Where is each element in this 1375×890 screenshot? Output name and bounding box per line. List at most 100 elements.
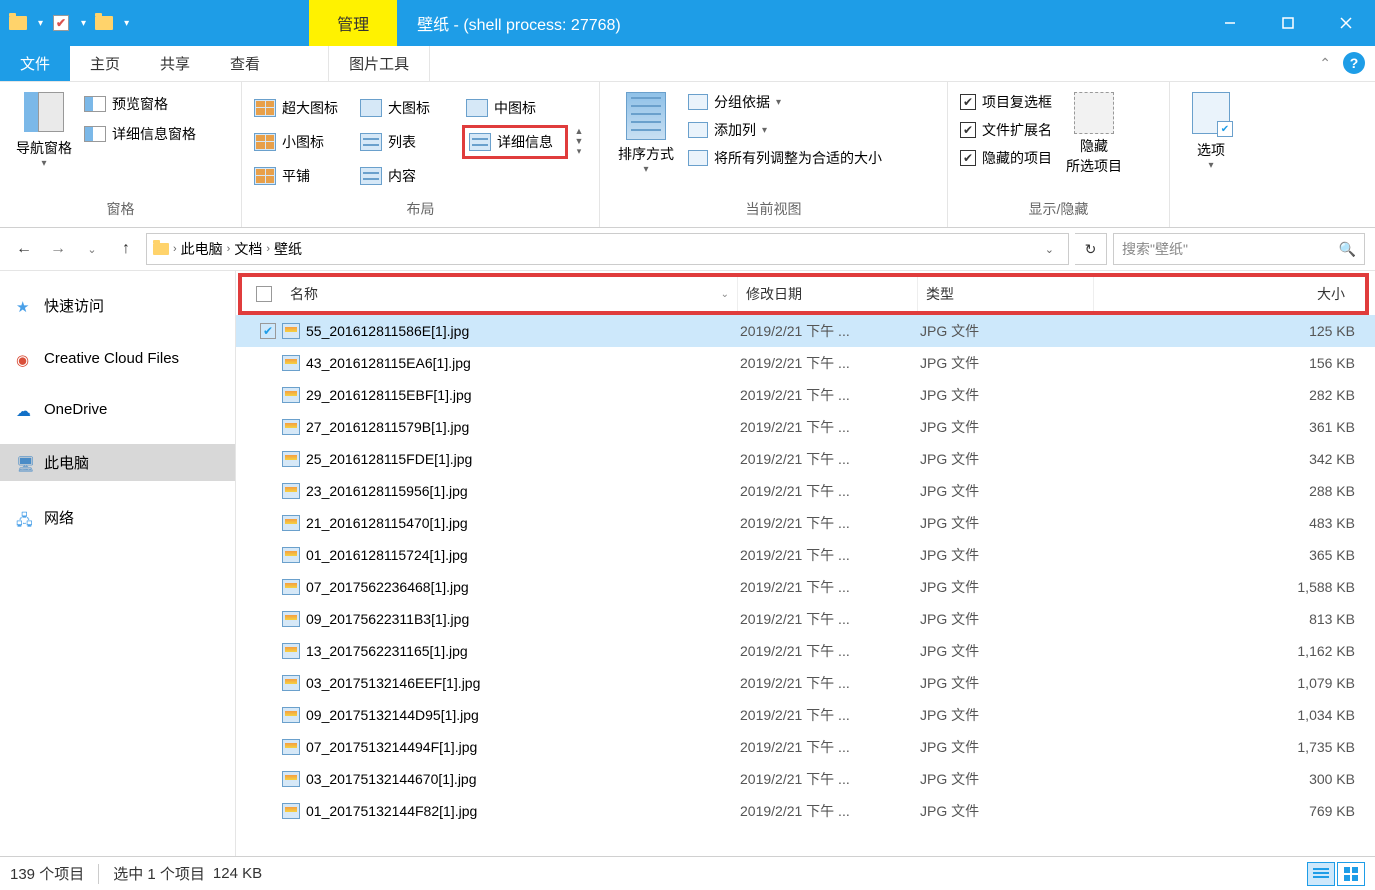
- sidebar-quick-access[interactable]: ★快速访问: [0, 287, 235, 324]
- ribbon-collapse-icon[interactable]: ⌃: [1319, 55, 1331, 72]
- ribbon: 导航窗格 ▾ 预览窗格 详细信息窗格 窗格 超大图标 大图标 中图标: [0, 82, 1375, 228]
- back-button[interactable]: ←: [10, 235, 38, 263]
- file-row[interactable]: 09_20175132144D95[1].jpg2019/2/21 下午 ...…: [236, 699, 1375, 731]
- tab-home[interactable]: 主页: [70, 46, 140, 81]
- view-extra-large-icons[interactable]: 超大图标: [250, 91, 356, 125]
- select-all-checkbox[interactable]: [256, 286, 272, 302]
- column-name[interactable]: 名称 ⌄: [242, 277, 738, 311]
- hide-selected-button[interactable]: 隐藏所选项目: [1056, 88, 1132, 180]
- file-type: JPG 文件: [920, 417, 1096, 437]
- status-item-count: 139 个项目: [10, 863, 84, 884]
- autosize-columns-button[interactable]: 将所有列调整为合适的大小: [688, 148, 882, 168]
- tab-share[interactable]: 共享: [140, 46, 210, 81]
- ribbon-tabs: 文件 主页 共享 查看 图片工具 ⌃ ?: [0, 46, 1375, 82]
- view-medium-icons[interactable]: 中图标: [462, 91, 568, 125]
- file-date: 2019/2/21 下午 ...: [740, 801, 920, 821]
- file-row[interactable]: 25_2016128115FDE[1].jpg2019/2/21 下午 ...J…: [236, 443, 1375, 475]
- path-this-pc[interactable]: 此电脑: [181, 239, 223, 259]
- sort-icon: [626, 92, 666, 140]
- tab-view[interactable]: 查看: [210, 46, 280, 81]
- column-type[interactable]: 类型: [918, 277, 1094, 311]
- sidebar-creative-cloud[interactable]: ◉Creative Cloud Files: [0, 342, 235, 375]
- qat-customize-dropdown[interactable]: ▾: [124, 18, 129, 29]
- chevron-right-icon[interactable]: ›: [227, 243, 231, 255]
- options-button[interactable]: 选项 ▾: [1178, 88, 1244, 175]
- qat-properties-icon[interactable]: ✔: [43, 0, 79, 46]
- file-row[interactable]: 07_2017513214494F[1].jpg2019/2/21 下午 ...…: [236, 731, 1375, 763]
- file-row[interactable]: 21_2016128115470[1].jpg2019/2/21 下午 ...J…: [236, 507, 1375, 539]
- view-toggle-thumbnails[interactable]: [1337, 862, 1365, 886]
- view-tiles[interactable]: 平铺: [250, 159, 356, 193]
- view-large-icons[interactable]: 大图标: [356, 91, 462, 125]
- forward-button[interactable]: →: [44, 235, 72, 263]
- search-input[interactable]: 搜索"壁纸" 🔍: [1113, 233, 1365, 265]
- sidebar: ★快速访问 ◉Creative Cloud Files ☁OneDrive 🖥此…: [0, 271, 236, 874]
- minimize-button[interactable]: [1201, 0, 1259, 46]
- chevron-right-icon[interactable]: ›: [266, 243, 270, 255]
- tab-file[interactable]: 文件: [0, 46, 70, 81]
- group-by-button[interactable]: 分组依据 ▾: [688, 92, 882, 112]
- image-file-icon: [282, 803, 300, 819]
- file-row[interactable]: 03_20175132144670[1].jpg2019/2/21 下午 ...…: [236, 763, 1375, 795]
- qat-newfolder-icon[interactable]: [86, 0, 122, 46]
- up-button[interactable]: ↑: [112, 235, 140, 263]
- status-sel-size: 124 KB: [213, 865, 262, 882]
- chevron-right-icon[interactable]: ›: [173, 243, 177, 255]
- tab-picture-tools[interactable]: 图片工具: [328, 46, 430, 81]
- file-extensions-toggle[interactable]: ✔文件扩展名: [960, 120, 1052, 140]
- sidebar-onedrive[interactable]: ☁OneDrive: [0, 393, 235, 426]
- file-name: 01_20175132144F82[1].jpg: [306, 803, 477, 819]
- file-date: 2019/2/21 下午 ...: [740, 673, 920, 693]
- file-row[interactable]: 29_2016128115EBF[1].jpg2019/2/21 下午 ...J…: [236, 379, 1375, 411]
- file-date: 2019/2/21 下午 ...: [740, 481, 920, 501]
- file-row[interactable]: 09_20175622311B3[1].jpg2019/2/21 下午 ...J…: [236, 603, 1375, 635]
- file-row[interactable]: 07_2017562236468[1].jpg2019/2/21 下午 ...J…: [236, 571, 1375, 603]
- file-row[interactable]: 01_20175132144F82[1].jpg 2019/2/21 下午 ...…: [236, 795, 1375, 827]
- refresh-button[interactable]: ↻: [1075, 233, 1107, 265]
- view-small-icons[interactable]: 小图标: [250, 125, 356, 159]
- file-row[interactable]: 03_20175132146EEF[1].jpg2019/2/21 下午 ...…: [236, 667, 1375, 699]
- column-header-highlight: 名称 ⌄ 修改日期 类型 大小: [238, 273, 1369, 315]
- column-size[interactable]: 大小: [1094, 277, 1365, 311]
- file-row[interactable]: 43_2016128115EA6[1].jpg2019/2/21 下午 ...J…: [236, 347, 1375, 379]
- details-pane-button[interactable]: 详细信息窗格: [84, 124, 196, 144]
- sidebar-network[interactable]: 🖧网络: [0, 499, 235, 536]
- sort-by-button[interactable]: 排序方式 ▾: [608, 88, 684, 179]
- preview-pane-button[interactable]: 预览窗格: [84, 94, 196, 114]
- row-checkbox[interactable]: ✔: [260, 323, 276, 339]
- hidden-items-toggle[interactable]: ✔隐藏的项目: [960, 148, 1052, 168]
- recent-dropdown[interactable]: ⌄: [78, 235, 106, 263]
- details-icon: [469, 133, 491, 151]
- add-columns-button[interactable]: 添加列 ▾: [688, 120, 882, 140]
- maximize-button[interactable]: [1259, 0, 1317, 46]
- help-icon[interactable]: ?: [1343, 52, 1365, 74]
- chevron-down-icon[interactable]: ⌄: [721, 289, 729, 300]
- image-file-icon: [282, 547, 300, 563]
- view-list[interactable]: 列表: [356, 125, 462, 159]
- file-row[interactable]: 23_2016128115956[1].jpg2019/2/21 下午 ...J…: [236, 475, 1375, 507]
- autosize-icon: [688, 150, 708, 166]
- close-button[interactable]: [1317, 0, 1375, 46]
- file-row[interactable]: 01_2016128115724[1].jpg2019/2/21 下午 ...J…: [236, 539, 1375, 571]
- file-row[interactable]: ✔55_201612811586E[1].jpg2019/2/21 下午 ...…: [236, 315, 1375, 347]
- path-wallpaper[interactable]: 壁纸: [274, 239, 302, 259]
- path-documents[interactable]: 文档: [234, 239, 262, 259]
- item-checkboxes-toggle[interactable]: ✔项目复选框: [960, 92, 1052, 112]
- file-list[interactable]: ✔55_201612811586E[1].jpg2019/2/21 下午 ...…: [236, 315, 1375, 875]
- file-row[interactable]: 27_201612811579B[1].jpg2019/2/21 下午 ...J…: [236, 411, 1375, 443]
- view-content[interactable]: 内容: [356, 159, 462, 193]
- small-icon: [254, 133, 276, 151]
- view-toggle-details[interactable]: [1307, 862, 1335, 886]
- view-details[interactable]: 详细信息: [462, 125, 568, 159]
- sidebar-this-pc[interactable]: 🖥此电脑: [0, 444, 235, 481]
- column-date[interactable]: 修改日期: [738, 277, 918, 311]
- network-icon: 🖧: [16, 510, 36, 526]
- address-path[interactable]: › 此电脑 › 文档 › 壁纸 ⌄: [146, 233, 1069, 265]
- qat-folder-icon[interactable]: [0, 0, 36, 46]
- file-row[interactable]: 13_2017562231165[1].jpg2019/2/21 下午 ...J…: [236, 635, 1375, 667]
- layout-scroll[interactable]: ▲▼▾: [568, 126, 590, 157]
- options-label: 选项: [1197, 140, 1225, 160]
- image-file-icon: [282, 323, 300, 339]
- path-dropdown[interactable]: ⌄: [1037, 243, 1062, 256]
- nav-pane-button[interactable]: 导航窗格 ▾: [8, 88, 80, 173]
